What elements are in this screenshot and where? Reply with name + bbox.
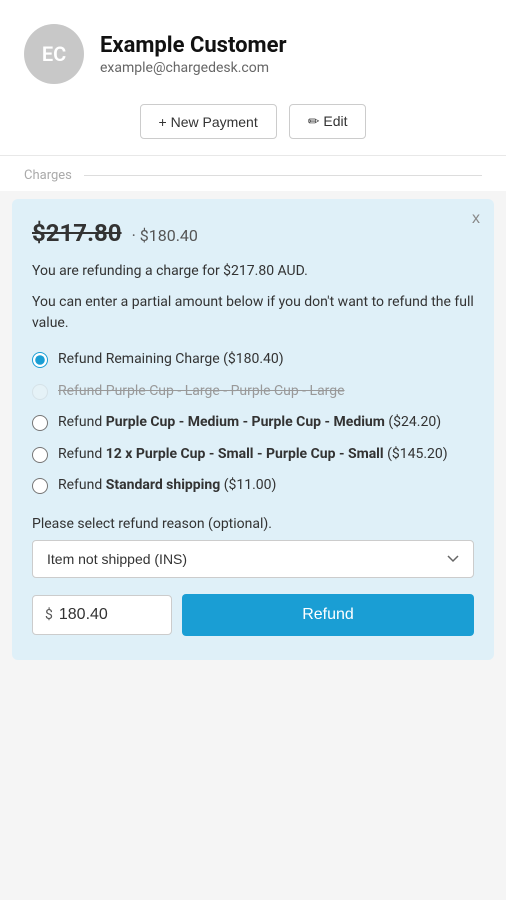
header: EC Example Customer example@chargedesk.c… [0,0,506,156]
avatar-row: EC Example Customer example@chargedesk.c… [24,24,482,84]
page-container: EC Example Customer example@chargedesk.c… [0,0,506,660]
customer-name: Example Customer [100,33,287,58]
refund-option-medium-label: Refund Purple Cup - Medium - Purple Cup … [58,413,441,433]
avatar: EC [24,24,84,84]
current-amount: · $180.40 [132,226,198,245]
refund-option-remaining[interactable]: Refund Remaining Charge ($180.40) [32,350,474,370]
refund-option-remaining-label: Refund Remaining Charge ($180.40) [58,350,284,370]
new-payment-button[interactable]: + New Payment [140,104,277,139]
action-buttons: + New Payment ✏ Edit [140,104,367,139]
refund-panel: x $217.80 · $180.40 You are refunding a … [12,199,494,660]
customer-email: example@chargedesk.com [100,60,287,76]
refund-option-large-label: Refund Purple Cup - Large - Purple Cup -… [58,382,345,402]
charges-label: Charges [24,168,72,183]
refund-radio-shipping[interactable] [32,478,48,494]
refund-description-2: You can enter a partial amount below if … [32,292,474,334]
refund-options: Refund Remaining Charge ($180.40) Refund… [32,350,474,496]
refund-option-medium[interactable]: Refund Purple Cup - Medium - Purple Cup … [32,413,474,433]
refund-option-small-label: Refund 12 x Purple Cup - Small - Purple … [58,445,448,465]
refund-option-small[interactable]: Refund 12 x Purple Cup - Small - Purple … [32,445,474,465]
refund-header: $217.80 · $180.40 [32,219,474,247]
refund-radio-medium[interactable] [32,415,48,431]
reason-select[interactable]: Item not shipped (INS) Duplicate (DUP) F… [32,540,474,578]
original-amount: $217.80 [32,219,122,247]
amount-input-wrap: $ [32,595,172,635]
refund-radio-small[interactable] [32,447,48,463]
currency-symbol: $ [45,607,53,623]
amount-input[interactable] [59,596,149,634]
customer-info: Example Customer example@chargedesk.com [100,33,287,76]
charges-divider [84,175,482,176]
reason-label: Please select refund reason (optional). [32,516,474,532]
refund-option-large[interactable]: Refund Purple Cup - Large - Purple Cup -… [32,382,474,402]
refund-radio-large[interactable] [32,384,48,400]
refund-radio-remaining[interactable] [32,352,48,368]
refund-description-1: You are refunding a charge for $217.80 A… [32,261,474,282]
refund-button[interactable]: Refund [182,594,474,636]
refund-option-shipping-label: Refund Standard shipping ($11.00) [58,476,276,496]
refund-amount-row: $ Refund [32,594,474,636]
edit-button[interactable]: ✏ Edit [289,104,367,139]
close-button[interactable]: x [472,211,480,227]
charges-section-header: Charges [0,156,506,191]
refund-option-shipping[interactable]: Refund Standard shipping ($11.00) [32,476,474,496]
